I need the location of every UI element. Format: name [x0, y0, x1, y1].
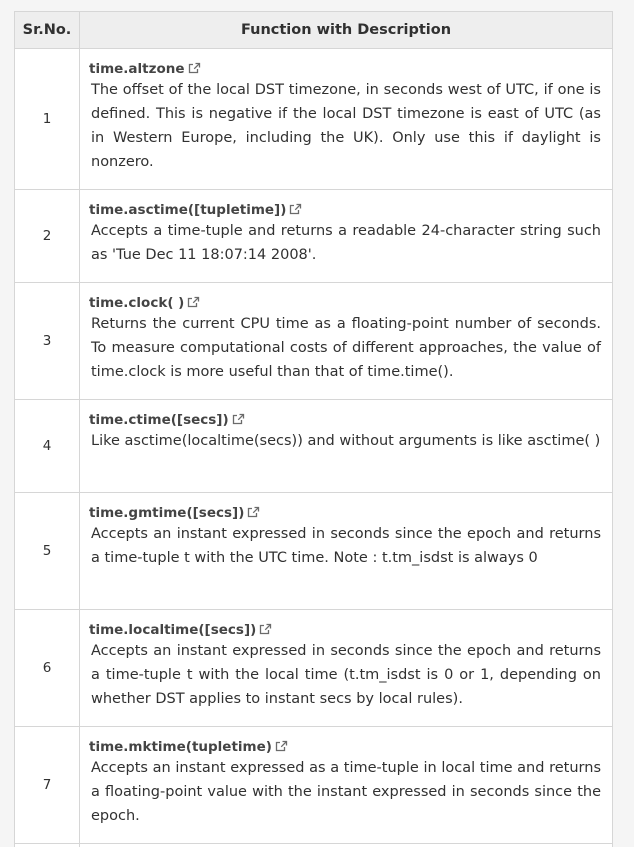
function-name-link[interactable]: time.mktime(tupletime) — [89, 739, 272, 755]
external-link-icon[interactable] — [259, 623, 272, 635]
functions-table: Sr.No. Function with Description 1 time.… — [14, 11, 613, 847]
table-body: 1 time.altzone The offset of the local D… — [14, 48, 613, 847]
external-link-icon[interactable] — [188, 62, 201, 74]
function-description: Accepts an instant expressed as a time-t… — [91, 760, 601, 824]
external-link-icon[interactable] — [187, 296, 200, 308]
function-description: The offset of the local DST timezone, in… — [91, 82, 601, 170]
table-row: 2 time.asctime([tupletime]) Accepts a ti… — [14, 189, 613, 283]
function-name-link[interactable]: time.gmtime([secs]) — [89, 505, 244, 521]
function-name-link[interactable]: time.localtime([secs]) — [89, 622, 256, 638]
table-row: 4 time.ctime([secs]) Like asctime(localt… — [14, 399, 613, 493]
row-number: 2 — [14, 189, 80, 283]
table-row: 6 time.localtime([secs]) Accepts an inst… — [14, 609, 613, 727]
table-row: 1 time.altzone The offset of the local D… — [14, 48, 613, 190]
external-link-icon[interactable] — [289, 203, 302, 215]
external-link-icon[interactable] — [232, 413, 245, 425]
page: Sr.No. Function with Description 1 time.… — [0, 0, 634, 847]
function-description: Accepts a time-tuple and returns a reada… — [91, 223, 601, 263]
table-row: 5 time.gmtime([secs]) Accepts an instant… — [14, 492, 613, 610]
row-description-cell-empty — [79, 843, 613, 847]
row-description-cell: time.gmtime([secs]) Accepts an instant e… — [79, 492, 613, 610]
row-number: 5 — [14, 492, 80, 610]
row-description-cell: time.ctime([secs]) Like asctime(localtim… — [79, 399, 613, 493]
function-description: Returns the current CPU time as a floati… — [91, 316, 601, 380]
function-name-link[interactable]: time.ctime([secs]) — [89, 412, 229, 428]
table-row-partial — [14, 843, 613, 847]
row-description-cell: time.mktime(tupletime) Accepts an instan… — [79, 726, 613, 844]
row-number: 1 — [14, 48, 80, 190]
row-number: 7 — [14, 726, 80, 844]
row-number-empty — [14, 843, 80, 847]
table-header-row: Sr.No. Function with Description — [14, 11, 613, 49]
function-name-link[interactable]: time.clock( ) — [89, 295, 184, 311]
function-description: Accepts an instant expressed in seconds … — [91, 643, 601, 707]
table-row: 3 time.clock( ) Returns the current CPU … — [14, 282, 613, 400]
row-description-cell: time.asctime([tupletime]) Accepts a time… — [79, 189, 613, 283]
row-description-cell: time.localtime([secs]) Accepts an instan… — [79, 609, 613, 727]
function-name-link[interactable]: time.altzone — [89, 61, 185, 77]
row-number: 6 — [14, 609, 80, 727]
row-number: 3 — [14, 282, 80, 400]
header-function-description: Function with Description — [79, 11, 613, 49]
function-description: Accepts an instant expressed in seconds … — [91, 526, 601, 566]
function-name-link[interactable]: time.asctime([tupletime]) — [89, 202, 286, 218]
row-description-cell: time.clock( ) Returns the current CPU ti… — [79, 282, 613, 400]
table-row: 7 time.mktime(tupletime) Accepts an inst… — [14, 726, 613, 844]
function-description: Like asctime(localtime(secs)) and withou… — [91, 433, 601, 449]
external-link-icon[interactable] — [275, 740, 288, 752]
row-description-cell: time.altzone The offset of the local DST… — [79, 48, 613, 190]
header-sr-no: Sr.No. — [14, 11, 80, 49]
row-number: 4 — [14, 399, 80, 493]
external-link-icon[interactable] — [247, 506, 260, 518]
